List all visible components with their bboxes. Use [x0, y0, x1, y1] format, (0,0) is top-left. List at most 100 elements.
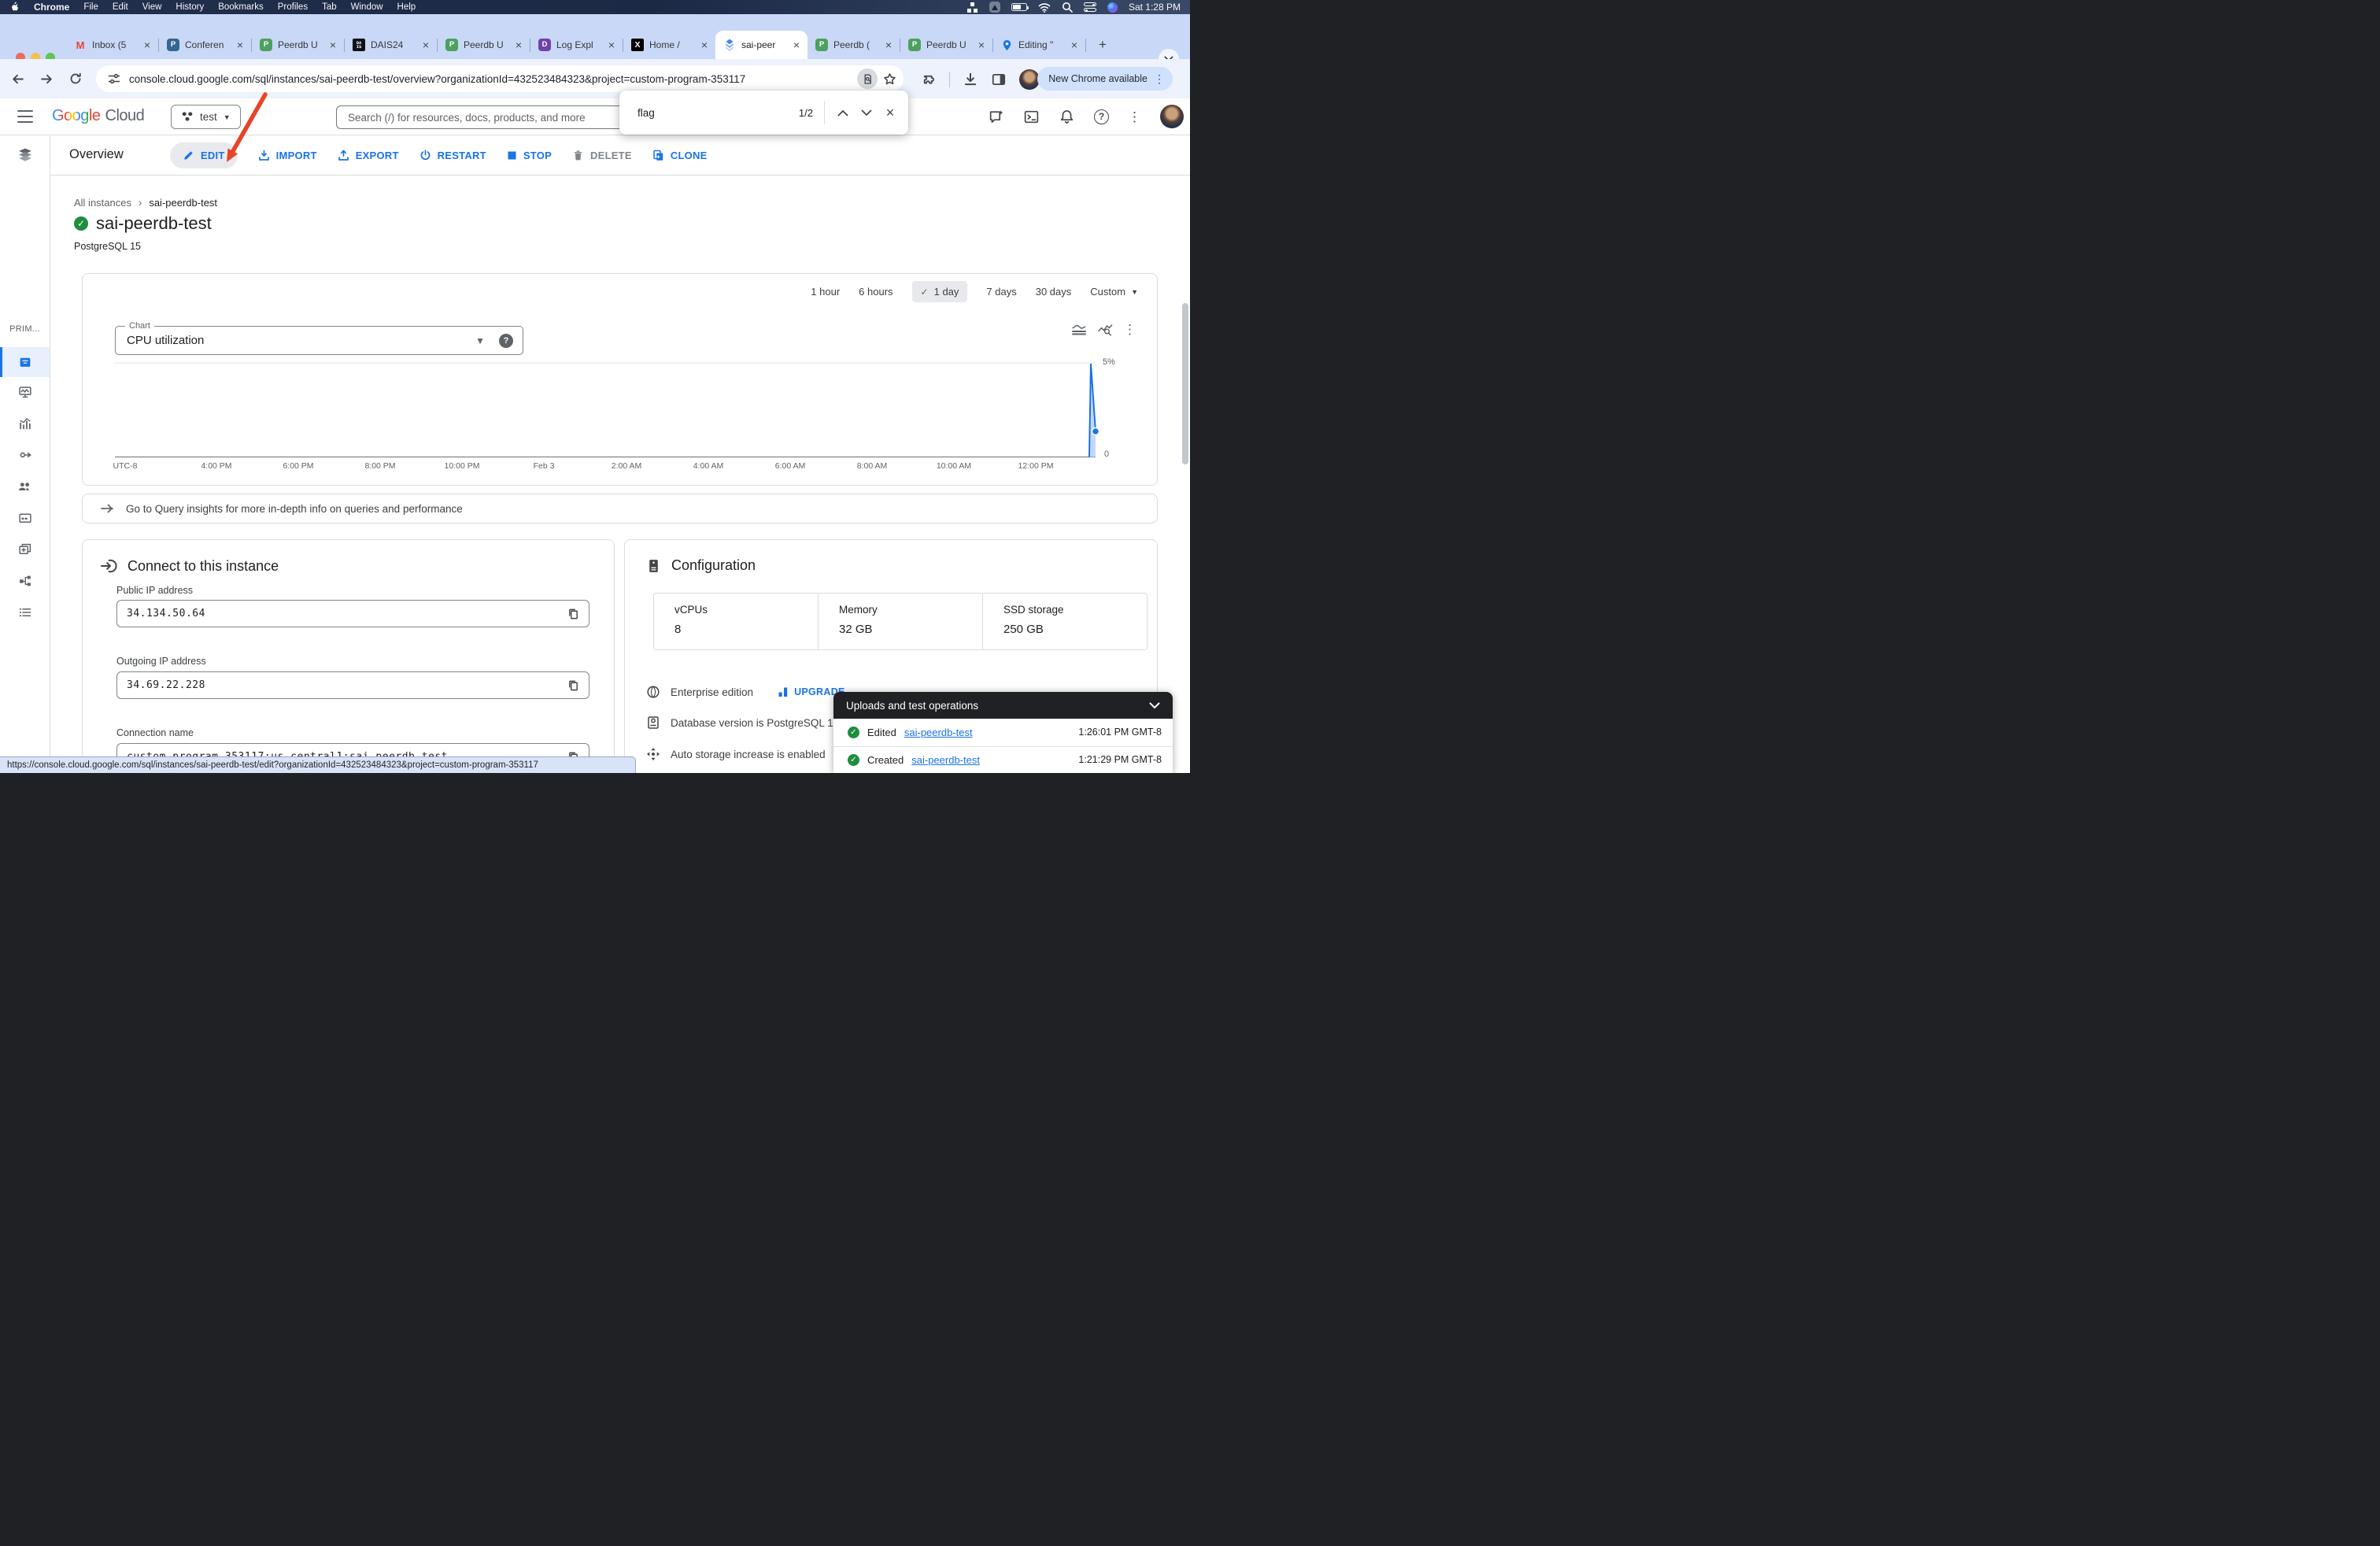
reload-button[interactable]	[66, 69, 85, 88]
tab-dais24[interactable]: DA IS DAIS24 ×	[345, 31, 437, 59]
notifications-header[interactable]: Uploads and test operations	[833, 692, 1173, 719]
site-settings-icon[interactable]	[107, 72, 121, 86]
stop-button[interactable]: STOP	[507, 150, 552, 161]
sidebar-item-connections[interactable]	[0, 440, 50, 470]
explore-chart-icon[interactable]	[1097, 323, 1113, 336]
find-in-page-indicator[interactable]	[857, 68, 878, 89]
sidebar-item-query-insights[interactable]	[0, 409, 50, 438]
chart-more-menu-icon[interactable]: ⋮	[1123, 323, 1136, 336]
battery-icon[interactable]	[1011, 3, 1029, 11]
chart-metric-select[interactable]: Chart CPU utilization ▼ ?	[115, 321, 523, 355]
downloads-icon[interactable]	[963, 72, 978, 87]
menu-profiles[interactable]: Profiles	[278, 2, 308, 12]
chrome-update-button[interactable]: New Chrome available ⋮	[1037, 67, 1173, 91]
google-cloud-logo[interactable]: Google Cloud	[52, 107, 145, 125]
tab-peerdb-1[interactable]: P Peerdb U ×	[252, 31, 344, 59]
tab-x-home[interactable]: X Home / ×	[623, 31, 715, 59]
edit-button[interactable]: EDIT	[170, 142, 238, 168]
menu-edit[interactable]: Edit	[113, 2, 128, 12]
range-custom[interactable]: Custom ▼	[1090, 286, 1138, 298]
sidebar-item-databases[interactable]	[0, 503, 50, 533]
tab-close-icon[interactable]: ×	[142, 39, 152, 50]
sidebar-item-overview[interactable]	[0, 347, 50, 377]
sidebar-item-replicas[interactable]	[0, 566, 50, 596]
find-previous-button[interactable]	[831, 101, 855, 124]
scrollbar[interactable]	[1182, 303, 1188, 464]
tab-close-icon[interactable]: ×	[977, 39, 986, 50]
public-ip-field[interactable]: 34.134.50.64	[116, 600, 589, 627]
tab-peerdb-3[interactable]: P Peerdb ( ×	[808, 31, 900, 59]
delete-button[interactable]: DELETE	[572, 150, 632, 161]
menubar-clock[interactable]: Sat 1:28 PM	[1129, 2, 1181, 13]
copy-icon[interactable]	[567, 608, 579, 620]
tab-close-icon[interactable]: ×	[884, 39, 893, 50]
menu-history[interactable]: History	[176, 2, 204, 12]
outgoing-ip-field[interactable]: 34.69.22.228	[116, 671, 589, 699]
wifi-icon[interactable]	[1038, 2, 1051, 13]
statusbar-app-icon[interactable]	[989, 2, 1000, 13]
sidebar-item-backups[interactable]	[0, 534, 50, 564]
find-next-button[interactable]	[855, 101, 878, 124]
tab-inbox[interactable]: M Inbox (5 ×	[66, 31, 158, 59]
gcp-profile-avatar[interactable]	[1160, 105, 1184, 128]
tab-log-explorer[interactable]: D Log Expl ×	[530, 31, 623, 59]
tab-peerdb-4[interactable]: P Peerdb U ×	[900, 31, 992, 59]
operation-instance-link[interactable]: sai-peerdb-test	[911, 754, 980, 766]
help-icon[interactable]: ?	[1094, 109, 1109, 124]
menu-bookmarks[interactable]: Bookmarks	[218, 2, 264, 12]
operation-instance-link[interactable]: sai-peerdb-test	[904, 727, 973, 738]
bookmark-star-icon[interactable]	[882, 72, 897, 87]
sidebar-item-system-insights[interactable]	[0, 377, 50, 407]
sidebar-item-users[interactable]	[0, 472, 50, 501]
gemini-assistant-icon[interactable]	[988, 109, 1004, 125]
find-close-button[interactable]: ×	[878, 101, 902, 124]
tab-close-icon[interactable]: ×	[607, 39, 616, 50]
tab-sai-peerdb-active[interactable]: sai-peer ×	[715, 31, 808, 59]
range-1-day-selected[interactable]: ✓ 1 day	[911, 281, 968, 302]
tab-close-icon[interactable]: ×	[514, 39, 523, 50]
collapse-panel-icon[interactable]	[1149, 702, 1160, 709]
project-picker[interactable]: test ▼	[171, 105, 241, 129]
sidebar-item-operations[interactable]	[0, 597, 50, 627]
gcp-more-menu-icon[interactable]: ⋮	[1128, 110, 1141, 124]
tab-close-icon[interactable]: ×	[328, 39, 338, 50]
tab-conference[interactable]: P Conferen ×	[159, 31, 251, 59]
select-dropdown-icon[interactable]: ▼	[475, 335, 485, 346]
tab-peerdb-2[interactable]: P Peerdb U ×	[438, 31, 530, 59]
export-button[interactable]: EXPORT	[338, 150, 399, 161]
menu-file[interactable]: File	[83, 2, 98, 12]
side-panel-icon[interactable]	[991, 72, 1007, 87]
menu-help[interactable]: Help	[397, 2, 416, 12]
range-6-hours[interactable]: 6 hours	[859, 286, 893, 298]
import-button[interactable]: IMPORT	[258, 150, 317, 161]
range-30-days[interactable]: 30 days	[1036, 286, 1072, 298]
tab-close-icon[interactable]: ×	[700, 39, 709, 50]
control-center-icon[interactable]	[1083, 2, 1096, 12]
find-bar[interactable]: flag 1/2 ×	[619, 91, 908, 135]
tab-close-icon[interactable]: ×	[792, 39, 801, 50]
menu-view[interactable]: View	[142, 2, 162, 12]
chart-help-icon[interactable]: ?	[499, 334, 513, 348]
spotlight-icon[interactable]	[1062, 2, 1073, 13]
range-7-days[interactable]: 7 days	[986, 286, 1016, 298]
menu-tab[interactable]: Tab	[322, 2, 337, 12]
browser-profile-avatar[interactable]	[1019, 69, 1040, 90]
breadcrumb-all-instances[interactable]: All instances	[74, 197, 131, 209]
tab-close-icon[interactable]: ×	[1070, 39, 1079, 50]
back-button[interactable]	[8, 69, 27, 88]
notifications-bell-icon[interactable]	[1059, 109, 1075, 125]
query-insights-link[interactable]: Go to Query insights for more in-depth i…	[82, 494, 1158, 523]
cloud-shell-icon[interactable]	[1023, 109, 1040, 125]
apple-menu-icon[interactable]	[9, 2, 20, 13]
tab-editing[interactable]: Editing " ×	[993, 31, 1085, 59]
clone-button[interactable]: CLONE	[652, 150, 708, 161]
restart-button[interactable]: RESTART	[419, 150, 486, 161]
browser-menu-icon[interactable]: ⋮	[1154, 72, 1165, 86]
window-manager-icon[interactable]	[966, 2, 978, 13]
forward-button[interactable]	[37, 69, 56, 88]
siri-icon[interactable]	[1107, 2, 1118, 13]
tab-close-icon[interactable]: ×	[235, 39, 245, 50]
tab-close-icon[interactable]: ×	[421, 39, 431, 50]
copy-icon[interactable]	[567, 679, 579, 692]
menu-window[interactable]: Window	[351, 2, 383, 12]
